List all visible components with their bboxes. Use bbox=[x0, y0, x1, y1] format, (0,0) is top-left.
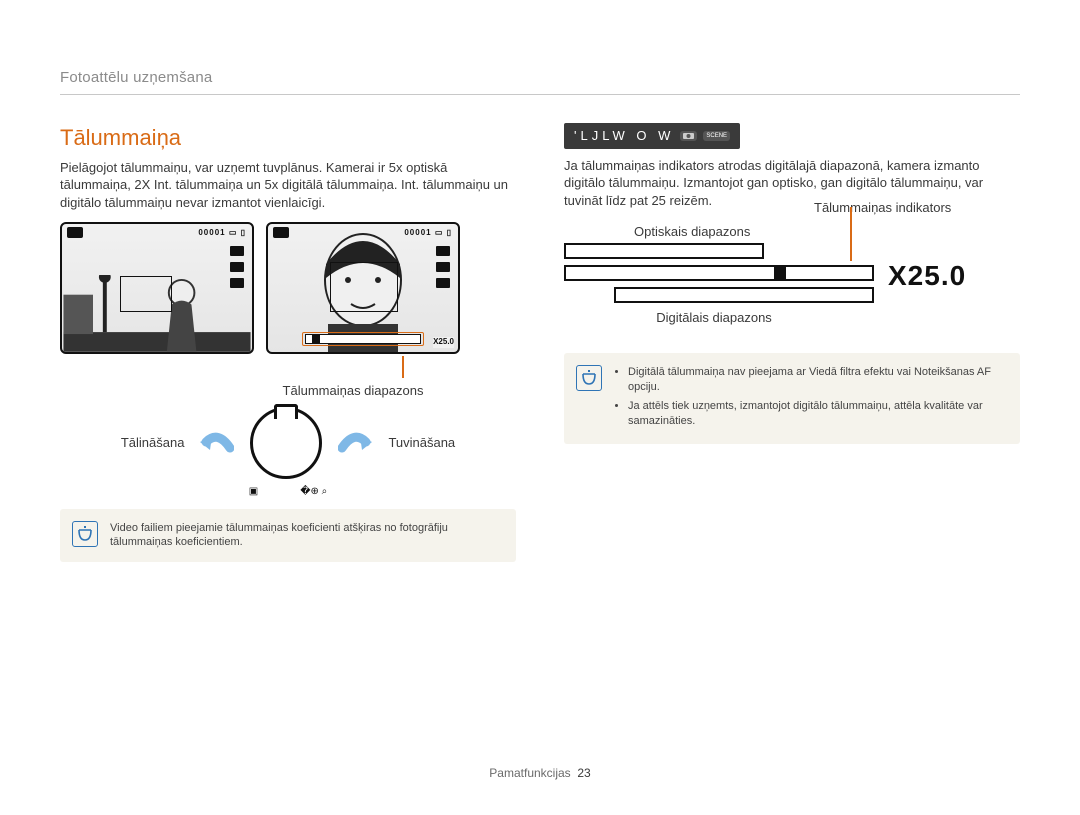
info-icon bbox=[576, 365, 602, 391]
label-zoom-in: Tuvināšana bbox=[388, 434, 455, 452]
footer-label: Pamatfunkcijas bbox=[489, 766, 570, 780]
zoom-readout-small: X25.0 bbox=[433, 337, 454, 348]
wide-marker-icon: ▣ bbox=[249, 485, 258, 499]
mode-strip: 'LJLW O W SCENE bbox=[564, 123, 740, 149]
mode-pill-op bbox=[680, 131, 697, 141]
intro-right: Ja tālummaiņas indikators atrodas digitā… bbox=[564, 157, 1020, 210]
section-title: Tālummaiņa bbox=[60, 123, 516, 153]
camera-icon bbox=[67, 227, 83, 238]
intro-left: Pielāgojot tālummaiņu, var uzņemt tuvplā… bbox=[60, 159, 516, 212]
zoom-bar-large: X25.0 bbox=[564, 243, 1020, 303]
zoom-bar-overlay bbox=[302, 332, 424, 346]
note-card-left: Video failiem pieejamie tālummaiņas koef… bbox=[60, 509, 516, 563]
zoom-dial-icon bbox=[250, 407, 322, 479]
focus-box bbox=[120, 276, 172, 312]
optical-bracket bbox=[564, 243, 764, 259]
frame-counter: 00001 ▭ ▯ bbox=[198, 228, 246, 239]
col-left: Tālummaiņa Pielāgojot tālummaiņu, var uz… bbox=[60, 123, 516, 562]
note-text-left: Video failiem pieejamie tālummaiņas koef… bbox=[110, 521, 502, 551]
digital-bracket bbox=[614, 287, 874, 303]
content-columns: Tālummaiņa Pielāgojot tālummaiņu, var uz… bbox=[60, 123, 1020, 562]
zoom-position-marker bbox=[774, 265, 786, 281]
note-item: Ja attēls tiek uzņemts, izmantojot digit… bbox=[628, 399, 1006, 429]
dial-markers: ▣ �⊕ ⌕ bbox=[60, 485, 516, 499]
caption-zoom-range: Tālummaiņas diapazons bbox=[190, 382, 516, 400]
pointer-line bbox=[402, 356, 404, 378]
focus-box bbox=[330, 262, 398, 312]
camera-screen-zoom: 00001 ▭ ▯ bbox=[266, 222, 460, 354]
zoom-dial-row: Tālināšana Tuvināšana bbox=[60, 407, 516, 479]
label-digital: Digitālais diapazons bbox=[584, 309, 844, 327]
res-icon bbox=[230, 246, 244, 256]
camera-screens-row: 00001 ▭ ▯ bbox=[60, 222, 516, 354]
mode-pill-scene: SCENE bbox=[703, 131, 730, 141]
page: Fotoattēlu uzņemšana Tālummaiņa Pielāgoj… bbox=[0, 0, 1080, 815]
label-optical: Optiskais diapazons bbox=[634, 223, 750, 241]
arrow-ccw-icon bbox=[200, 428, 234, 458]
breadcrumb: Fotoattēlu uzņemšana bbox=[60, 68, 1020, 95]
arrow-cw-icon bbox=[338, 428, 372, 458]
info-icon bbox=[72, 521, 98, 547]
mode-strip-text: 'LJLW O W bbox=[574, 127, 674, 145]
col-right: 'LJLW O W SCENE Ja tālummaiņas indikator… bbox=[564, 123, 1020, 562]
label-zoom-out: Tālināšana bbox=[121, 434, 185, 452]
tele-marker-icon: �⊕ ⌕ bbox=[300, 485, 327, 499]
footer: Pamatfunkcijas 23 bbox=[0, 765, 1080, 781]
zoom-track bbox=[564, 265, 874, 281]
zoom-readout-large: X25.0 bbox=[888, 257, 966, 295]
label-indicator: Tālummaiņas indikators bbox=[814, 199, 951, 217]
note-card-right: Digitālā tālummaiņa nav pieejama ar Vied… bbox=[564, 353, 1020, 444]
camera-screen-wide: 00001 ▭ ▯ bbox=[60, 222, 254, 354]
note-item: Digitālā tālummaiņa nav pieejama ar Vied… bbox=[628, 365, 1006, 395]
note-list-right: Digitālā tālummaiņa nav pieejama ar Vied… bbox=[614, 365, 1006, 432]
page-number: 23 bbox=[577, 766, 590, 780]
zoom-diagram: Tālummaiņas indikators Optiskais diapazo… bbox=[564, 219, 1020, 327]
mode-icon bbox=[230, 262, 244, 272]
